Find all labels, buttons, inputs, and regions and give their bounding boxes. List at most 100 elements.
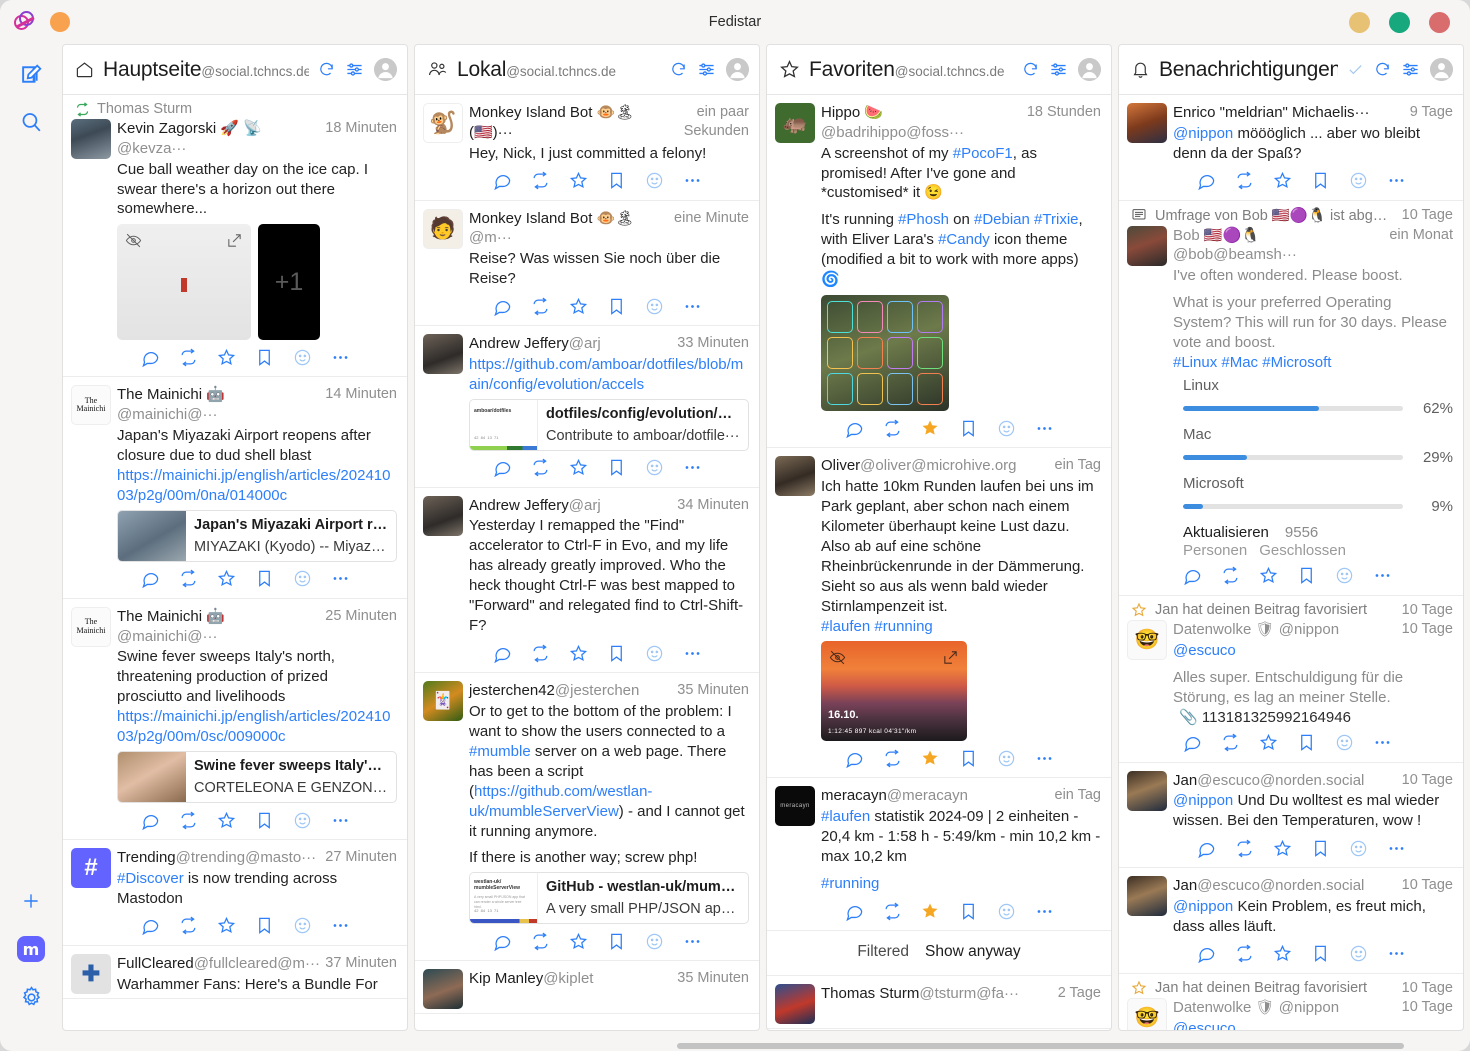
- avatar[interactable]: ✚: [71, 953, 111, 994]
- hashtag-linux[interactable]: #Linux: [1173, 354, 1217, 371]
- search-icon[interactable]: [9, 100, 53, 144]
- avatar[interactable]: [775, 456, 815, 497]
- avatar-icon[interactable]: [726, 58, 749, 81]
- favourite-icon[interactable]: [559, 295, 597, 317]
- close-button[interactable]: [1429, 11, 1450, 33]
- emoji-icon[interactable]: [635, 642, 673, 664]
- avatar[interactable]: 🦛: [775, 103, 815, 143]
- emoji-icon[interactable]: [1325, 565, 1363, 587]
- bookmark-icon[interactable]: [245, 915, 283, 937]
- boost-icon[interactable]: [873, 417, 911, 439]
- avatar-icon[interactable]: [1078, 58, 1101, 81]
- more-icon[interactable]: [1025, 900, 1063, 922]
- reply-icon[interactable]: [131, 809, 169, 831]
- compose-icon[interactable]: [9, 52, 53, 96]
- reply-icon[interactable]: [1173, 565, 1211, 587]
- favourite-icon-active[interactable]: [911, 900, 949, 922]
- hashtag-running[interactable]: #running: [874, 618, 932, 635]
- boost-icon[interactable]: [169, 809, 207, 831]
- bookmark-icon[interactable]: [1301, 837, 1339, 859]
- avatar[interactable]: [423, 969, 463, 1010]
- more-icon[interactable]: [321, 915, 359, 937]
- avatar[interactable]: The Mainichi: [71, 606, 111, 647]
- status-author[interactable]: Hippo 🍉 @badrihippo@foss···: [821, 103, 1021, 143]
- favourite-icon[interactable]: [207, 346, 245, 368]
- emoji-icon[interactable]: [635, 457, 673, 479]
- hashtag[interactable]: #PocoF1: [953, 145, 1013, 162]
- favourite-icon[interactable]: [207, 568, 245, 590]
- bookmark-icon[interactable]: [1301, 943, 1339, 965]
- more-icon[interactable]: [1363, 565, 1401, 587]
- status-author[interactable]: Jan@escuco@norden.social: [1173, 771, 1396, 791]
- minimize-button[interactable]: [1349, 11, 1370, 33]
- more-icon[interactable]: [321, 346, 359, 368]
- hashtag[interactable]: #mumble: [469, 743, 531, 760]
- avatar[interactable]: [1127, 225, 1167, 266]
- status-author[interactable]: jesterchen42@jesterchen: [469, 681, 671, 701]
- avatar-icon[interactable]: [374, 58, 397, 81]
- mark-read-check-icon[interactable]: [1347, 61, 1364, 78]
- media-attachment[interactable]: [821, 295, 949, 412]
- column-title-favourites[interactable]: Favoriten @social.tchncs.de: [809, 58, 1005, 82]
- horizontal-scrollbar[interactable]: [8, 1043, 1462, 1051]
- mastodon-icon[interactable]: m: [9, 927, 53, 971]
- media-attachment[interactable]: 16.10. 1:12:45 897 kcal 04'31"/km: [821, 641, 967, 742]
- status-author[interactable]: The Mainichi 🤖 @mainichi@···: [117, 385, 319, 425]
- bookmark-icon[interactable]: [245, 809, 283, 831]
- bookmark-icon[interactable]: [1301, 170, 1339, 192]
- emoji-icon[interactable]: [283, 568, 321, 590]
- avatar[interactable]: [423, 495, 463, 536]
- boost-icon[interactable]: [1211, 732, 1249, 754]
- maximize-button[interactable]: [1389, 11, 1410, 33]
- bookmark-icon[interactable]: [949, 417, 987, 439]
- status-link[interactable]: https://mainichi.jp/english/articles/202…: [117, 467, 391, 504]
- status-author[interactable]: Monkey Island Bot 🐵🏝 (🇺🇸)···: [469, 103, 663, 143]
- avatar[interactable]: [775, 984, 815, 1024]
- bookmark-icon[interactable]: [597, 457, 635, 479]
- avatar[interactable]: #: [71, 848, 111, 889]
- reply-icon[interactable]: [1173, 732, 1211, 754]
- reply-icon[interactable]: [1187, 943, 1225, 965]
- plus-icon[interactable]: [9, 879, 53, 923]
- avatar[interactable]: [423, 334, 463, 374]
- status-author[interactable]: The Mainichi 🤖 @mainichi@···: [117, 607, 319, 647]
- reply-icon[interactable]: [835, 417, 873, 439]
- more-icon[interactable]: [321, 568, 359, 590]
- avatar[interactable]: [71, 119, 111, 159]
- boost-icon[interactable]: [873, 747, 911, 769]
- avatar[interactable]: 🃏: [423, 681, 463, 722]
- favourite-icon-active[interactable]: [911, 747, 949, 769]
- poll-option[interactable]: Linux 62%: [1183, 377, 1453, 417]
- boost-icon[interactable]: [169, 568, 207, 590]
- avatar[interactable]: [1127, 103, 1167, 143]
- status-author[interactable]: Bob 🇺🇸🟣🐧 @bob@beamsh···: [1173, 226, 1383, 266]
- more-icon[interactable]: [1363, 732, 1401, 754]
- column-title-home[interactable]: Hauptseite @social.tchncs.de: [103, 58, 309, 82]
- mention[interactable]: @nippon: [1173, 898, 1233, 915]
- status-author[interactable]: Andrew Jeffery@arj: [469, 496, 671, 516]
- bookmark-icon[interactable]: [1287, 732, 1325, 754]
- status-author[interactable]: Andrew Jeffery@arj: [469, 334, 671, 354]
- emoji-icon[interactable]: [283, 809, 321, 831]
- column-title-local[interactable]: Lokal @social.tchncs.de: [457, 58, 616, 82]
- emoji-icon[interactable]: [635, 170, 673, 192]
- link-card[interactable]: westlan-uk/mumbleServerView A very small…: [469, 872, 749, 925]
- show-anyway-button[interactable]: Show anyway: [925, 943, 1021, 961]
- avatar-icon[interactable]: [1430, 58, 1453, 81]
- boost-icon[interactable]: [521, 642, 559, 664]
- avatar[interactable]: [1127, 770, 1167, 811]
- status-author[interactable]: Kevin Zagorski 🚀 📡 @kevza···: [117, 119, 319, 159]
- boost-icon[interactable]: [169, 915, 207, 937]
- status-author[interactable]: Monkey Island Bot 🐵🏝 @m···: [469, 209, 668, 249]
- more-icon[interactable]: [1025, 417, 1063, 439]
- status-author[interactable]: Kip Manley@kiplet: [469, 969, 671, 989]
- reply-icon[interactable]: [131, 568, 169, 590]
- boost-icon[interactable]: [1211, 565, 1249, 587]
- boost-icon[interactable]: [1225, 837, 1263, 859]
- refresh-icon[interactable]: [318, 61, 335, 78]
- more-icon[interactable]: [673, 170, 711, 192]
- reply-icon[interactable]: [483, 295, 521, 317]
- bookmark-icon[interactable]: [597, 930, 635, 952]
- more-icon[interactable]: [673, 930, 711, 952]
- refresh-icon[interactable]: [670, 61, 687, 78]
